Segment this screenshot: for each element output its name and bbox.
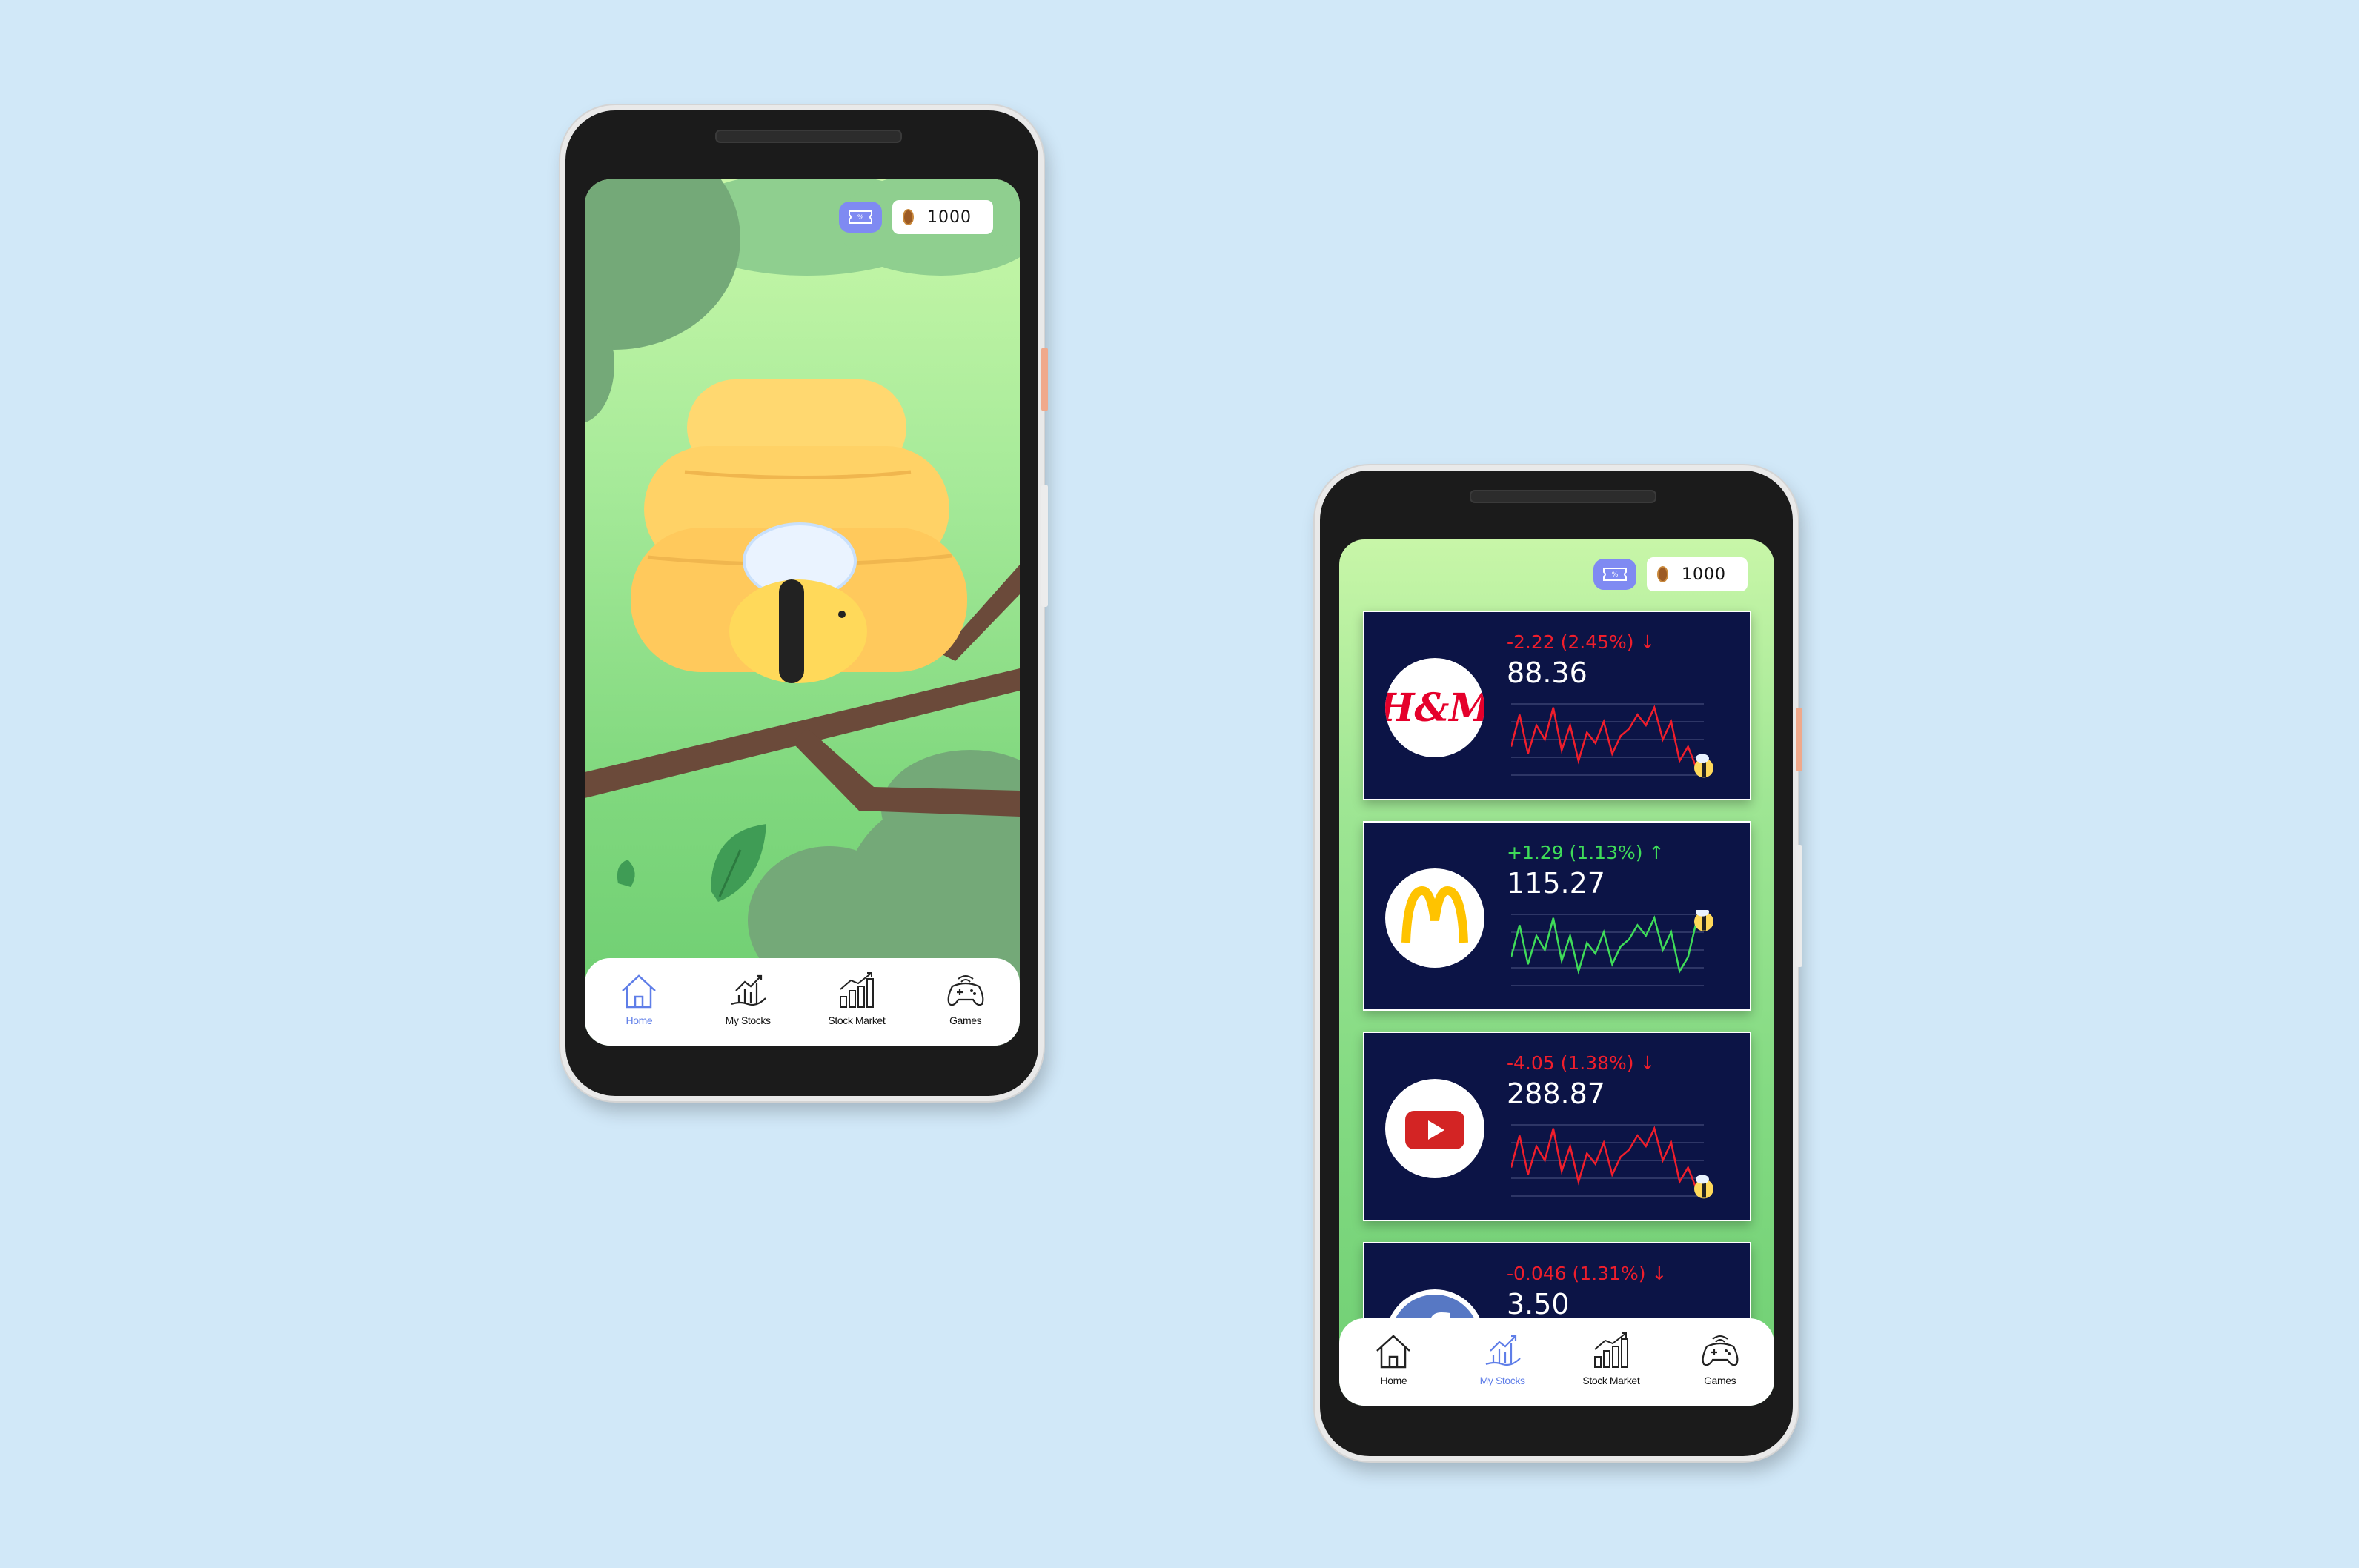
bottom-nav: Home My Stocks Stock Market Games [1339,1318,1774,1406]
nav-home[interactable]: Home [594,969,683,1026]
falling-leaves [617,824,766,902]
stock-change-value: +1.29 (1.13%) [1507,842,1643,863]
home-icon [622,974,657,1009]
phone-my-stocks: % 1000 H&M -2.22 (2.45%) ↓ 88.36 +1.29 (… [1315,465,1802,1461]
stock-price: 3.50 [1507,1288,1570,1320]
my-stocks-screen: % 1000 H&M -2.22 (2.45%) ↓ 88.36 +1.29 (… [1339,539,1774,1406]
sparkline-line [1511,1126,1698,1189]
svg-text:%: % [1612,571,1619,579]
nav-games-label: Games [949,1014,982,1026]
gamepad-icon [1702,1335,1739,1366]
bar-chart-icon [839,972,874,1008]
bar-chart-icon [1593,1332,1628,1368]
nav-games[interactable]: Games [1676,1329,1765,1386]
earpiece-speaker [1470,490,1656,503]
stock-price: 288.87 [1507,1077,1605,1110]
stock-card[interactable]: +1.29 (1.13%) ↑ 115.27 [1363,821,1751,1011]
growth-chart-hand-icon [1485,1335,1521,1366]
seed-coin-icon [1657,566,1668,582]
nav-stock-market[interactable]: Stock Market [1567,1329,1656,1386]
stock-sparkline [1511,1124,1713,1199]
nav-my-stocks-label: My Stocks [1479,1375,1525,1386]
power-button [1796,708,1802,771]
currency-bar: % 1000 [839,200,993,234]
stock-change-value: -2.22 (2.45%) [1507,631,1634,653]
mcdonalds-logo [1385,868,1484,968]
hm-logo-text: H&M [1385,685,1484,731]
stock-price: 115.27 [1507,867,1605,900]
coin-balance: 1000 [892,200,993,234]
nav-my-stocks-label: My Stocks [725,1014,771,1026]
gamepad-icon [947,975,984,1006]
stock-card[interactable]: H&M -2.22 (2.45%) ↓ 88.36 [1363,611,1751,800]
seed-coin-icon [903,209,914,225]
stock-change-value: -4.05 (1.38%) [1507,1052,1634,1074]
stock-card[interactable]: -4.05 (1.38%) ↓ 288.87 [1363,1032,1751,1221]
nav-games-label: Games [1704,1375,1736,1386]
phone-home: % 1000 Home My Stocks Stock Market Games [560,105,1048,1101]
stock-change-value: -0.046 (1.31%) [1507,1263,1646,1284]
home-screen: % 1000 Home My Stocks Stock Market Games [585,179,1020,1046]
nav-games[interactable]: Games [921,969,1010,1026]
nav-my-stocks[interactable]: My Stocks [1458,1329,1547,1386]
discount-ticket-icon[interactable]: % [1593,559,1636,590]
nav-home-label: Home [626,1014,653,1026]
nav-home[interactable]: Home [1349,1329,1438,1386]
coin-balance: 1000 [1647,557,1748,591]
stock-change: +1.29 (1.13%) ↑ [1507,842,1664,863]
power-button [1041,348,1048,411]
stock-change: -4.05 (1.38%) ↓ [1507,1052,1655,1074]
stock-change: -2.22 (2.45%) ↓ [1507,631,1655,653]
bee-marker-icon [1694,754,1713,778]
sparkline-line [1511,915,1698,975]
beehive [631,379,967,683]
svg-text:%: % [857,214,864,222]
arrow-down-icon: ↓ [1639,1052,1656,1074]
earpiece-speaker [715,130,902,143]
stock-sparkline [1511,910,1713,986]
nav-my-stocks[interactable]: My Stocks [703,969,792,1026]
volume-button [1041,485,1048,607]
youtube-logo [1385,1079,1484,1178]
hm-logo: H&M [1385,658,1484,757]
nav-stock-market-label: Stock Market [828,1014,886,1026]
stock-change: -0.046 (1.31%) ↓ [1507,1263,1667,1284]
beehive-scene [585,179,1020,1002]
coin-amount: 1000 [927,207,972,227]
arrow-down-icon: ↓ [1639,631,1656,653]
bee-marker-icon [1694,1175,1713,1199]
sparkline-line [1511,705,1698,768]
volume-button [1796,845,1802,967]
nav-home-label: Home [1380,1375,1407,1386]
stock-sparkline [1511,703,1713,778]
stock-price: 88.36 [1507,657,1587,689]
discount-ticket-icon[interactable]: % [839,202,882,233]
arrow-down-icon: ↓ [1651,1263,1668,1284]
bee-marker-icon [1694,910,1713,931]
growth-chart-hand-icon [731,974,766,1006]
coin-amount: 1000 [1682,565,1726,584]
home-icon [1376,1335,1411,1369]
nav-stock-market-label: Stock Market [1582,1375,1640,1386]
bottom-nav: Home My Stocks Stock Market Games [585,958,1020,1046]
currency-bar: % 1000 [1593,557,1748,591]
nav-stock-market[interactable]: Stock Market [812,969,901,1026]
arrow-up-icon: ↑ [1648,842,1665,863]
